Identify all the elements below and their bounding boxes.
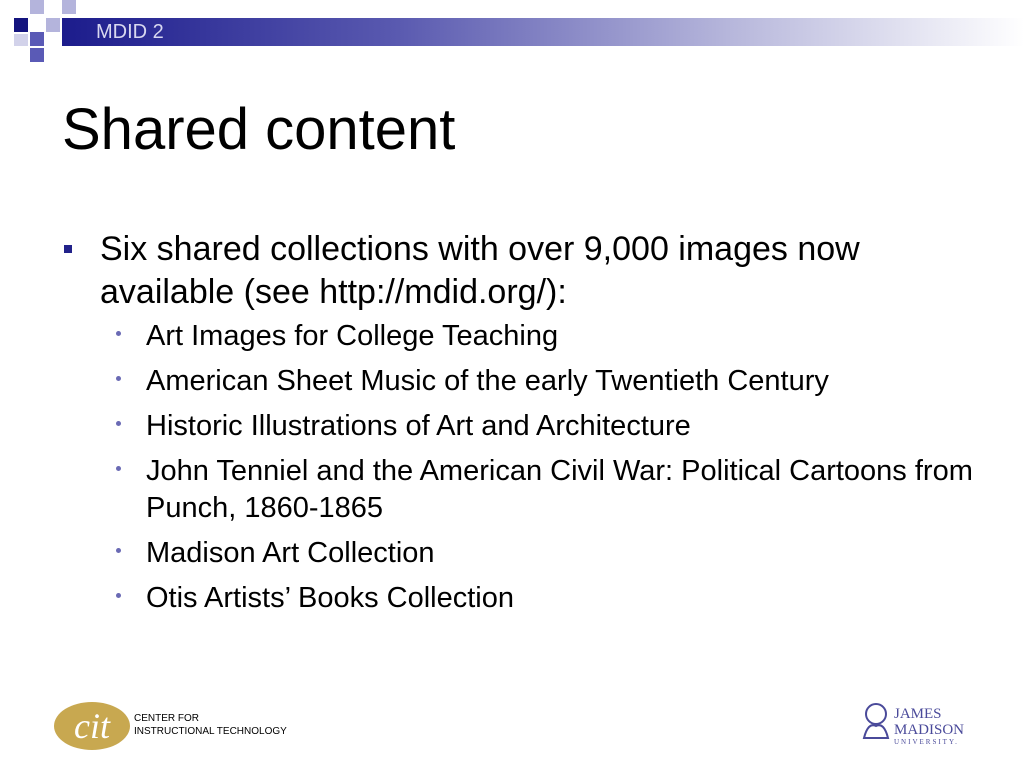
list-item-text: American Sheet Music of the early Twenti… (146, 365, 829, 397)
main-bullet: Six shared collections with over 9,000 i… (62, 228, 992, 314)
bullet-dot-icon (116, 593, 121, 598)
cit-caption: CENTER FOR INSTRUCTIONAL TECHNOLOGY (134, 712, 287, 738)
header-bar (62, 18, 1024, 46)
jmu-line-1: JAMES (894, 706, 942, 722)
bullet-dot-icon (116, 421, 121, 426)
list-item-text: Madison Art Collection (146, 537, 435, 569)
cit-line-2: INSTRUCTIONAL TECHNOLOGY (134, 726, 287, 737)
cit-line-1: CENTER FOR (134, 713, 199, 724)
header-square-1 (14, 18, 28, 32)
jmu-line-3: UNIVERSITY. (894, 738, 959, 746)
list-item: American Sheet Music of the early Twenti… (62, 363, 992, 400)
list-item-text: Art Images for College Teaching (146, 320, 559, 352)
square-bullet-icon (64, 245, 72, 253)
header-square-6 (14, 34, 28, 46)
header-square-2 (30, 0, 44, 14)
list-item: Art Images for College Teaching (62, 318, 992, 355)
header-label: MDID 2 (96, 21, 164, 43)
bullet-dot-icon (116, 466, 121, 471)
jmu-logo: JAMES MADISON UNIVERSITY. (862, 703, 964, 746)
header-square-7 (30, 48, 44, 62)
cit-logo: cit (54, 702, 130, 750)
list-item: Otis Artists’ Books Collection (62, 580, 992, 617)
header-square-5 (62, 0, 76, 14)
bullet-dot-icon (116, 548, 121, 553)
collections-list: Art Images for College Teaching American… (62, 318, 992, 617)
list-item: John Tenniel and the American Civil War:… (62, 453, 992, 527)
cit-logo-text: cit (74, 706, 111, 746)
slide-title: Shared content (62, 97, 456, 162)
main-bullet-text: Six shared collections with over 9,000 i… (100, 230, 860, 311)
bullet-dot-icon (116, 331, 121, 336)
slide-body: Six shared collections with over 9,000 i… (62, 228, 992, 625)
list-item-text: Historic Illustrations of Art and Archit… (146, 410, 691, 442)
list-item-text: Otis Artists’ Books Collection (146, 582, 514, 614)
bullet-dot-icon (116, 376, 121, 381)
list-item: Historic Illustrations of Art and Archit… (62, 408, 992, 445)
jmu-line-2: MADISON (894, 722, 964, 738)
list-item-text: John Tenniel and the American Civil War:… (146, 455, 973, 524)
header-square-4 (46, 18, 60, 32)
header-square-3 (30, 32, 44, 46)
list-item: Madison Art Collection (62, 535, 992, 572)
